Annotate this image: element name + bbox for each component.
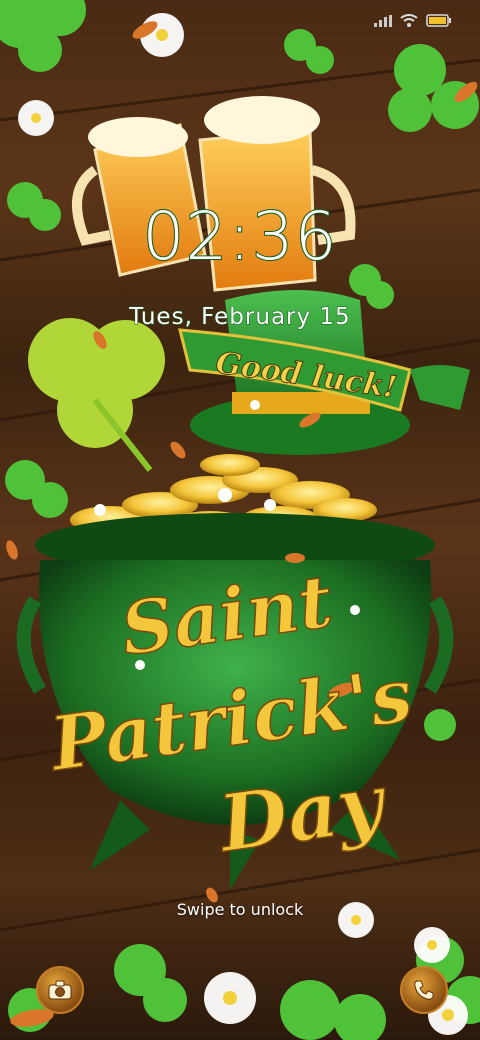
battery-icon xyxy=(426,14,451,27)
camera-shortcut-button[interactable] xyxy=(36,966,84,1014)
phone-shortcut-button[interactable] xyxy=(400,966,448,1014)
lock-date: Tues, February 15 xyxy=(129,304,351,331)
title-line1: Saint xyxy=(116,558,337,672)
wallpaper-lettering: Good luck! Saint Patrick's Day xyxy=(43,345,418,871)
camera-icon xyxy=(48,980,72,1000)
swipe-hint: Swipe to unlock xyxy=(176,900,304,919)
banner-text: Good luck! xyxy=(214,346,400,406)
status-bar xyxy=(374,14,452,27)
phone-icon xyxy=(414,980,434,1000)
signal-icon xyxy=(374,14,392,27)
title-line3: Day xyxy=(212,757,393,871)
wifi-icon xyxy=(400,14,418,27)
lock-screen[interactable]: Good luck! Saint Patrick's Day 02:36 Tue… xyxy=(0,0,480,1040)
lock-clock: 02:36 xyxy=(141,197,338,276)
